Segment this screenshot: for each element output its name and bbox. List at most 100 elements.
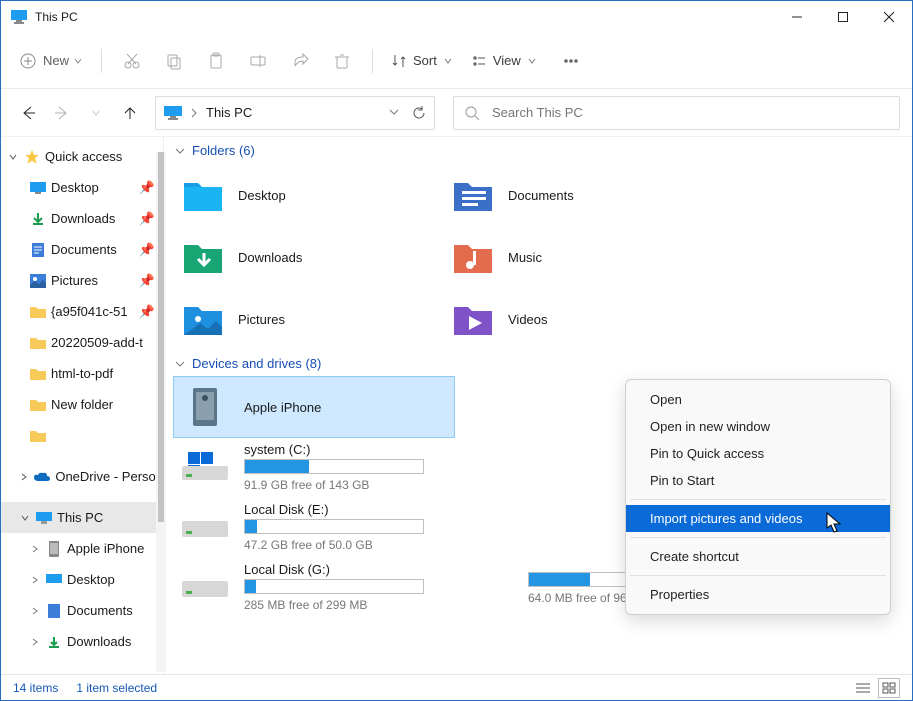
paste-button[interactable] bbox=[198, 43, 234, 79]
desktop-icon bbox=[45, 571, 63, 589]
view-large-button[interactable] bbox=[878, 678, 900, 698]
section-drives[interactable]: Devices and drives (8) bbox=[164, 350, 912, 377]
up-button[interactable] bbox=[115, 98, 145, 128]
picture-icon bbox=[29, 272, 47, 290]
sidebar-item-desktop[interactable]: Desktop 📌 bbox=[1, 172, 163, 203]
ctx-pin-start[interactable]: Pin to Start bbox=[630, 467, 886, 494]
folder-music[interactable]: Music bbox=[444, 226, 714, 288]
minimize-button[interactable] bbox=[774, 1, 820, 33]
ctx-shortcut[interactable]: Create shortcut bbox=[630, 543, 886, 570]
usage-bar bbox=[244, 519, 424, 534]
pc-icon bbox=[11, 10, 27, 24]
maximize-button[interactable] bbox=[820, 1, 866, 33]
folder-icon bbox=[452, 239, 492, 275]
pin-icon: 📌 bbox=[139, 273, 155, 289]
phone-icon bbox=[182, 388, 228, 426]
folder-desktop[interactable]: Desktop bbox=[174, 164, 444, 226]
star-icon bbox=[23, 148, 41, 166]
chevron-right-icon bbox=[29, 637, 41, 647]
breadcrumb[interactable]: This PC bbox=[206, 105, 252, 120]
ctx-pin-quick[interactable]: Pin to Quick access bbox=[630, 440, 886, 467]
drive-c[interactable]: system (C:) 91.9 GB free of 143 GB bbox=[174, 437, 444, 497]
separator bbox=[630, 499, 886, 500]
sidebar-sub-desktop[interactable]: Desktop bbox=[1, 564, 163, 595]
drive-icon bbox=[182, 568, 228, 606]
forward-button[interactable] bbox=[47, 98, 77, 128]
status-bar: 14 items 1 item selected bbox=[1, 674, 912, 700]
sidebar-onedrive[interactable]: OneDrive - Person bbox=[1, 461, 163, 492]
sidebar: Quick access Desktop 📌 Downloads 📌 Docum… bbox=[1, 137, 164, 674]
folder-pictures[interactable]: Pictures bbox=[174, 288, 444, 350]
chevron-right-icon bbox=[190, 107, 198, 119]
back-button[interactable] bbox=[13, 98, 43, 128]
more-button[interactable] bbox=[553, 43, 589, 79]
usage-bar bbox=[244, 459, 424, 474]
chevron-right-icon bbox=[29, 606, 41, 616]
download-icon bbox=[29, 210, 47, 228]
sort-button[interactable]: Sort bbox=[385, 43, 459, 79]
sidebar-item-pictures[interactable]: Pictures 📌 bbox=[1, 265, 163, 296]
sidebar-sub-documents[interactable]: Documents bbox=[1, 595, 163, 626]
folder-documents[interactable]: Documents bbox=[444, 164, 714, 226]
drive-icon bbox=[182, 508, 228, 546]
new-label: New bbox=[43, 53, 69, 68]
close-button[interactable] bbox=[866, 1, 912, 33]
sidebar-item-folder[interactable]: html-to-pdf bbox=[1, 358, 163, 389]
drive-icon bbox=[182, 448, 228, 486]
sidebar-item-folder[interactable]: New folder bbox=[1, 389, 163, 420]
separator bbox=[630, 575, 886, 576]
status-count: 14 items bbox=[13, 681, 58, 695]
sidebar-sub-downloads[interactable]: Downloads bbox=[1, 626, 163, 657]
sidebar-item-folder[interactable]: {a95f041c-51📌 bbox=[1, 296, 163, 327]
new-button[interactable]: New bbox=[13, 43, 89, 79]
recent-dropdown[interactable] bbox=[81, 98, 111, 128]
pin-icon: 📌 bbox=[139, 180, 155, 196]
sidebar-item-folder[interactable] bbox=[1, 420, 163, 451]
chevron-right-icon bbox=[29, 544, 41, 554]
address-bar[interactable]: This PC bbox=[155, 96, 435, 130]
folder-icon bbox=[452, 301, 492, 337]
chevron-down-icon bbox=[174, 358, 186, 370]
delete-button[interactable] bbox=[324, 43, 360, 79]
folder-icon bbox=[29, 334, 47, 352]
sidebar-this-pc[interactable]: This PC bbox=[1, 502, 163, 533]
pin-icon: 📌 bbox=[139, 211, 155, 227]
chevron-down-icon[interactable] bbox=[388, 106, 400, 120]
view-details-button[interactable] bbox=[852, 678, 874, 698]
search-input[interactable] bbox=[492, 105, 889, 120]
folder-icon bbox=[29, 365, 47, 383]
chevron-right-icon bbox=[19, 472, 29, 482]
refresh-button[interactable] bbox=[412, 106, 426, 120]
folder-icon bbox=[29, 427, 47, 445]
ctx-properties[interactable]: Properties bbox=[630, 581, 886, 608]
search-icon bbox=[464, 105, 480, 121]
share-button[interactable] bbox=[282, 43, 318, 79]
cut-button[interactable] bbox=[114, 43, 150, 79]
sidebar-item-folder[interactable]: 20220509-add-t bbox=[1, 327, 163, 358]
copy-button[interactable] bbox=[156, 43, 192, 79]
document-icon bbox=[29, 241, 47, 259]
view-button[interactable]: View bbox=[465, 43, 543, 79]
chevron-right-icon bbox=[29, 575, 41, 585]
ctx-open[interactable]: Open bbox=[630, 386, 886, 413]
toolbar: New Sort View bbox=[1, 33, 912, 89]
folder-downloads[interactable]: Downloads bbox=[174, 226, 444, 288]
context-menu: Open Open in new window Pin to Quick acc… bbox=[625, 379, 891, 615]
drive-g[interactable]: Local Disk (G:) 285 MB free of 299 MB bbox=[174, 557, 444, 617]
drive-e[interactable]: Local Disk (E:) 47.2 GB free of 50.0 GB bbox=[174, 497, 444, 557]
ctx-import[interactable]: Import pictures and videos bbox=[626, 505, 890, 532]
search-box[interactable] bbox=[453, 96, 900, 130]
folder-videos[interactable]: Videos bbox=[444, 288, 714, 350]
sidebar-item-downloads[interactable]: Downloads 📌 bbox=[1, 203, 163, 234]
nav-row: This PC bbox=[1, 89, 912, 137]
cloud-icon bbox=[33, 468, 51, 486]
rename-button[interactable] bbox=[240, 43, 276, 79]
ctx-open-new[interactable]: Open in new window bbox=[630, 413, 886, 440]
sidebar-quick-access[interactable]: Quick access bbox=[1, 141, 163, 172]
usage-bar bbox=[244, 579, 424, 594]
section-folders[interactable]: Folders (6) bbox=[164, 137, 912, 164]
sidebar-item-documents[interactable]: Documents 📌 bbox=[1, 234, 163, 265]
pin-icon: 📌 bbox=[139, 242, 155, 258]
sidebar-sub-iphone[interactable]: Apple iPhone bbox=[1, 533, 163, 564]
drive-iphone[interactable]: Apple iPhone bbox=[174, 377, 454, 437]
